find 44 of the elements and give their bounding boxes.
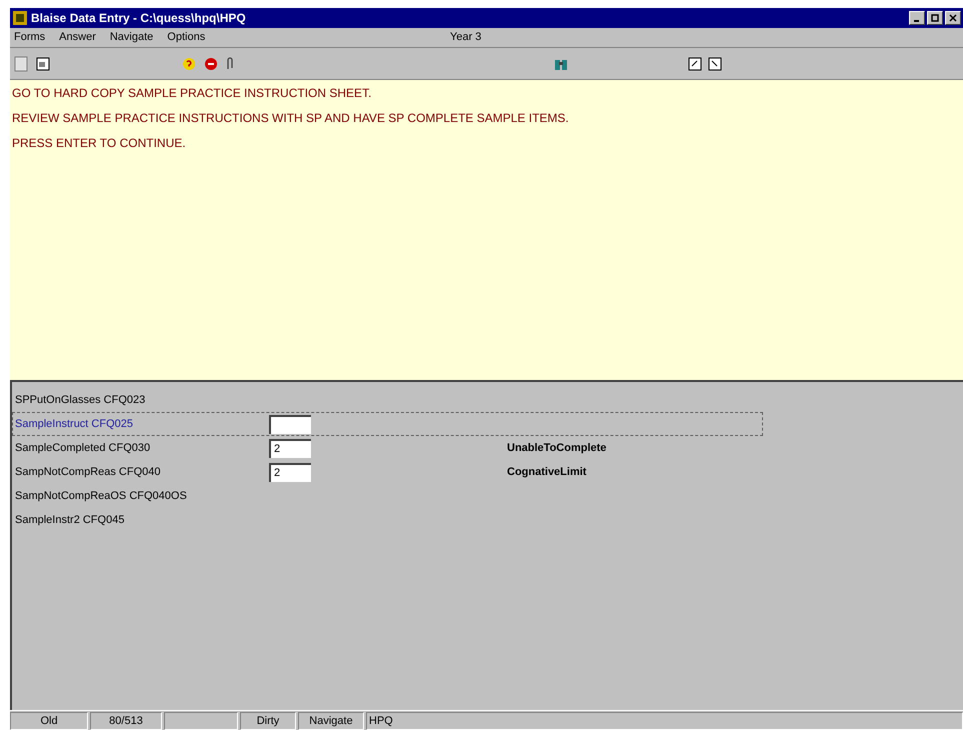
question-label: SampNotCompReaOS CFQ040OS [14,488,188,504]
help-icon[interactable] [182,56,196,70]
answer-field[interactable]: 2 [269,462,311,482]
restore-icon [931,14,939,22]
minimize-button[interactable] [909,11,925,25]
close-icon [949,14,957,22]
status-panel: Dirty [240,712,296,730]
answer-text: CognativeLimit [507,464,586,480]
menu-item[interactable]: Forms [14,29,46,46]
window-icon[interactable] [36,56,50,70]
window-icon[interactable] [708,56,722,70]
question-row[interactable]: SampNotCompReaOS CFQ040OS [12,484,763,508]
status-panel: Old [10,712,88,730]
status-panel: HPQ [366,712,963,730]
close-button[interactable] [945,11,961,25]
window-icon[interactable] [688,56,702,70]
menu-item[interactable]: Options [167,29,206,46]
instruction-text: PRESS ENTER TO CONTINUE. [12,136,187,150]
paperclip-icon[interactable] [226,56,234,70]
selected-row[interactable]: SampleInstruct CFQ025 [12,412,763,436]
question-label: SPPutOnGlasses CFQ023 [14,392,146,408]
answer-field[interactable] [269,414,311,434]
answer-text: UnableToComplete [507,440,606,456]
menu-item[interactable]: Navigate [110,29,154,46]
question-label: SampleInstruct CFQ025 [14,416,134,432]
status-panel: 80/513 [90,712,162,730]
question-row[interactable]: SampleCompleted CFQ030 2 UnableToComplete [12,436,763,460]
menu-item[interactable]: Answer [59,29,96,46]
question-row[interactable]: SampNotCompReas CFQ040 2 CognativeLimit [12,460,763,484]
question-label: SampleCompleted CFQ030 [14,440,152,456]
question-label: SampleInstr2 CFQ045 [14,512,126,528]
window-title: Blaise Data Entry - C:\quess\hpq\HPQ [31,10,246,27]
form-caption: Year 3 [450,30,482,46]
app-icon [12,10,28,26]
status-panel: Navigate [298,712,364,730]
document-icon[interactable] [14,56,28,72]
question-row[interactable]: SPPutOnGlasses CFQ023 [12,388,763,412]
restore-button[interactable] [927,11,943,25]
stop-icon[interactable] [204,56,218,70]
question-row[interactable]: SampleInstr2 CFQ045 [12,508,763,532]
instruction-text: REVIEW SAMPLE PRACTICE INSTRUCTIONS WITH SP AND HAVE SP COMPLETE SAMPLE ITEMS. [12,111,570,125]
question-label: SampNotCompReas CFQ040 [14,464,162,480]
instruction-text: GO TO HARD COPY SAMPLE PRACTICE INSTRUCTION SHEET. [12,86,372,100]
answer-field[interactable]: 2 [269,438,311,458]
